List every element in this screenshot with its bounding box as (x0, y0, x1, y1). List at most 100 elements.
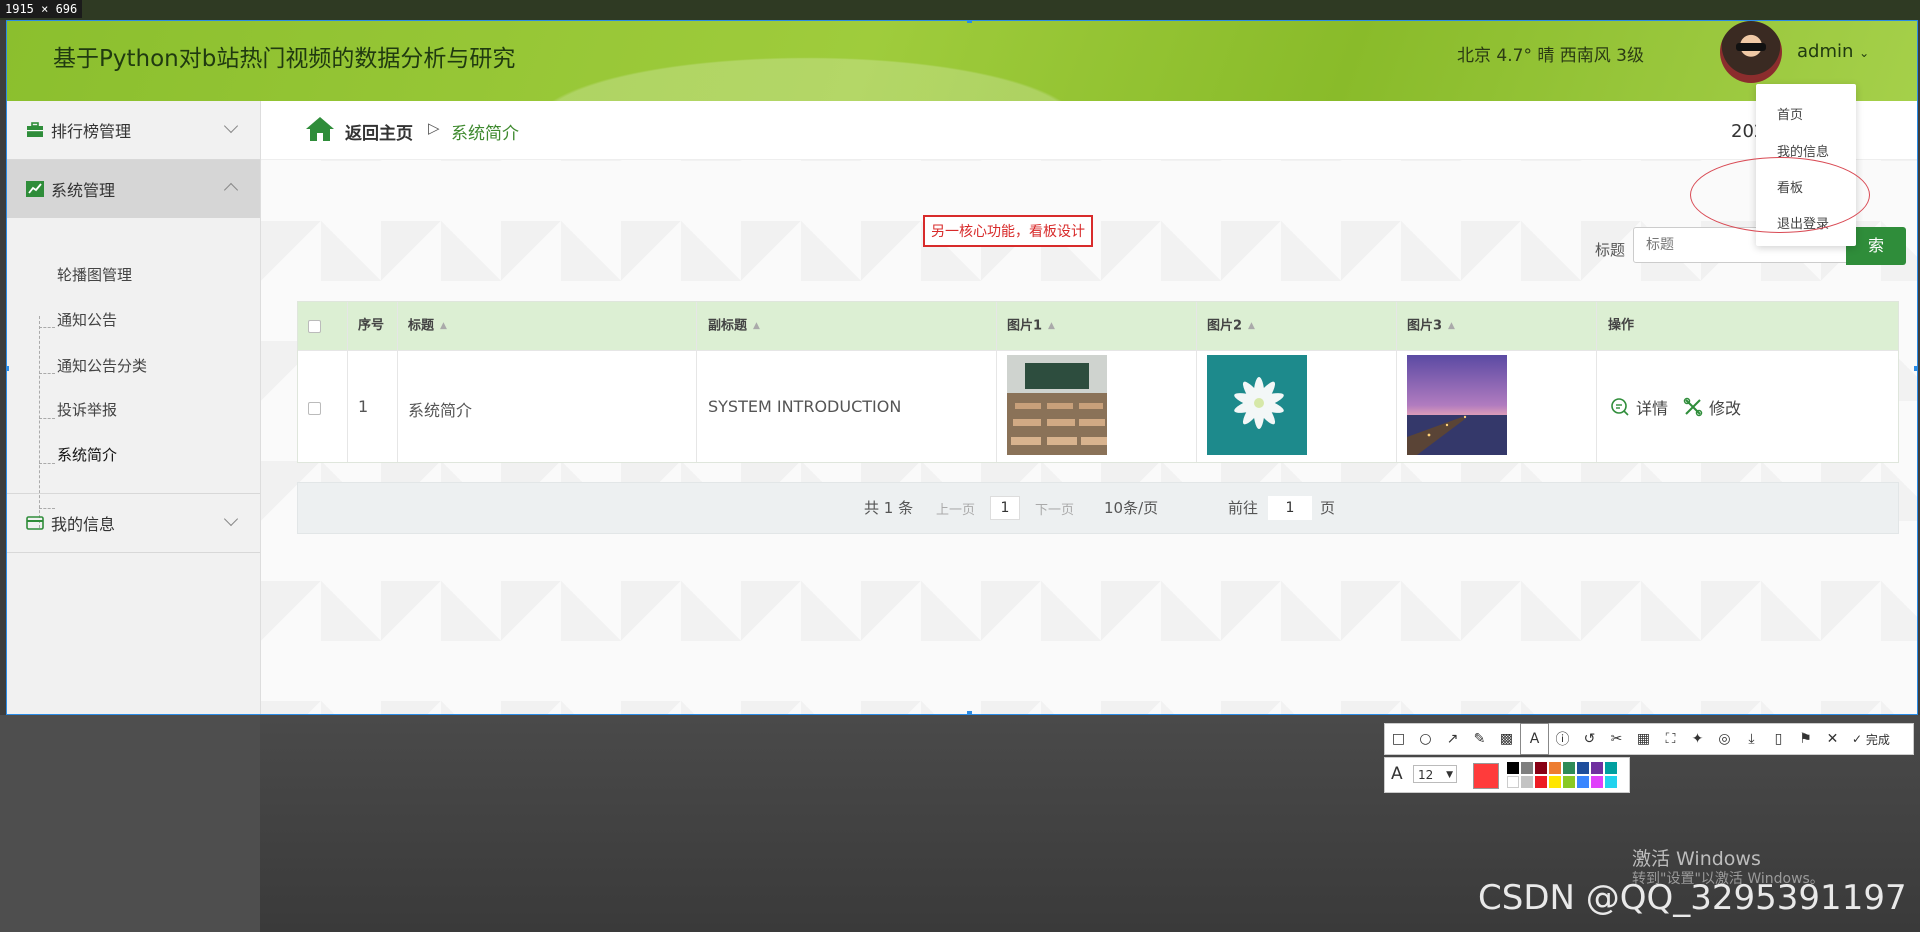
sidebar-item-notice-category[interactable]: 通知公告分类 (57, 355, 147, 376)
pagination: 共 1 条 上一页 1 下一页 10条/页 前往 1 页 (297, 482, 1899, 534)
line-chart-icon (25, 180, 45, 198)
font-size-icon: A (1391, 764, 1403, 784)
header-title: 标题 (408, 318, 435, 334)
chevron-down-icon: ⌄ (1859, 46, 1870, 60)
ellipse-tool-icon[interactable]: ○ (1412, 724, 1439, 754)
pagination-next[interactable]: 下一页 (1035, 499, 1074, 518)
row-checkbox[interactable] (308, 402, 321, 415)
pier-sunset-image[interactable] (1407, 355, 1507, 455)
done-label: 完成 (1865, 732, 1890, 747)
color-swatch[interactable] (1577, 776, 1589, 788)
sort-icon[interactable]: ▲︎ (440, 302, 447, 350)
sidebar-menu-ranking[interactable]: 排行榜管理 (7, 101, 260, 159)
sidebar-menu-system[interactable]: 系统管理 (7, 160, 260, 218)
sidebar-item-complaints[interactable]: 投诉举报 (57, 399, 117, 420)
qr-icon[interactable]: ▦ (1630, 724, 1657, 754)
breadcrumb: 返回主页 ▷ 系统简介 202:3 (261, 101, 1917, 160)
arrow-tool-icon[interactable]: ↗ (1439, 724, 1466, 754)
color-swatch[interactable] (1549, 776, 1561, 788)
table-header-cell[interactable]: 副标题 ▲︎ (708, 302, 760, 350)
close-icon[interactable]: ✕ (1819, 724, 1846, 754)
pen-tool-icon[interactable]: ✎ (1466, 724, 1493, 754)
edit-button[interactable]: 修改 (1683, 395, 1741, 419)
sidebar-item-system-intro[interactable]: 系统简介 (57, 444, 117, 465)
rectangle-tool-icon[interactable]: □ (1385, 724, 1412, 754)
color-swatch[interactable] (1577, 762, 1589, 774)
home-icon[interactable] (305, 116, 335, 146)
done-button[interactable]: ✓ 完成 (1846, 724, 1896, 754)
color-swatch[interactable] (1535, 776, 1547, 788)
tree-tick (39, 463, 55, 464)
sidebar-item-carousel[interactable]: 轮播图管理 (57, 264, 132, 285)
color-swatch[interactable] (1535, 762, 1547, 774)
dropdown-item-home[interactable]: 首页 (1777, 104, 1803, 123)
column-divider (397, 302, 398, 462)
bookmark-icon[interactable]: ⚑ (1792, 724, 1819, 754)
pin-icon[interactable]: ✦ (1684, 724, 1711, 754)
sidebar-item-notice[interactable]: 通知公告 (57, 309, 117, 330)
select-all-checkbox[interactable] (308, 320, 321, 333)
data-table: 序号 标题 ▲︎ 副标题 ▲︎ 图片1 ▲︎ 图片2 ▲︎ 图片3 ▲︎ 操作 1 系统简… (297, 301, 1899, 463)
color-swatch[interactable] (1591, 776, 1603, 788)
download-icon[interactable]: ⤓ (1738, 724, 1765, 754)
screen-top-strip (0, 0, 1920, 20)
pagination-page[interactable]: 1 (990, 496, 1020, 520)
page-size-select[interactable]: 10条/页 (1104, 497, 1158, 518)
column-divider (1396, 302, 1397, 462)
sort-icon[interactable]: ▲︎ (1048, 302, 1055, 350)
windows-activation-title: 激活 Windows (1632, 848, 1761, 870)
color-swatch[interactable] (1549, 762, 1561, 774)
capture-dimensions-label: 1915 × 696 (0, 0, 83, 18)
pagination-goto-input[interactable]: 1 (1268, 496, 1312, 520)
current-color-swatch[interactable] (1473, 763, 1499, 789)
record-icon[interactable]: ◎ (1711, 724, 1738, 754)
table-header-cell[interactable]: 标题 ▲︎ (408, 302, 447, 350)
number-tool-icon[interactable]: ⓘ (1549, 724, 1576, 754)
color-swatch[interactable] (1521, 762, 1533, 774)
color-swatch[interactable] (1605, 776, 1617, 788)
sidebar-menu-my-info[interactable]: 我的信息 (7, 494, 260, 552)
tree-tick (39, 373, 55, 374)
color-swatch[interactable] (1507, 762, 1519, 774)
text-tool-icon[interactable]: A (1520, 723, 1549, 755)
column-divider (696, 302, 697, 462)
color-swatch[interactable] (1507, 776, 1519, 788)
sort-icon[interactable]: ▲︎ (1448, 302, 1455, 350)
resize-handle[interactable] (7, 366, 9, 371)
avatar[interactable] (1720, 21, 1782, 83)
pagination-goto-prefix: 前往 (1228, 499, 1259, 517)
header-subtitle: 副标题 (708, 318, 748, 334)
sort-icon[interactable]: ▲︎ (753, 302, 760, 350)
breadcrumb-home-link[interactable]: 返回主页 (345, 119, 413, 144)
phone-icon[interactable]: ▯ (1765, 724, 1792, 754)
table-header-cell[interactable]: 图片2 ▲︎ (1207, 302, 1255, 350)
user-menu-trigger[interactable]: admin ⌄ (1797, 41, 1869, 62)
briefcase-icon (25, 121, 45, 139)
table-header-cell[interactable]: 图片3 ▲︎ (1407, 302, 1455, 350)
color-swatch[interactable] (1591, 762, 1603, 774)
ocr-icon[interactable]: ✂ (1603, 724, 1630, 754)
color-swatch[interactable] (1605, 762, 1617, 774)
weather-info: 北京 4.7° 晴 西南风 3级 (1457, 46, 1644, 66)
tree-tick (39, 327, 55, 328)
color-swatch[interactable] (1563, 776, 1575, 788)
undo-icon[interactable]: ↺ (1576, 724, 1603, 754)
table-header-cell[interactable]: 图片1 ▲︎ (1007, 302, 1055, 350)
long-capture-icon[interactable]: ⛶ (1657, 724, 1684, 754)
flower-image[interactable] (1207, 355, 1307, 455)
font-size-select[interactable]: 12 ▼ (1413, 765, 1457, 783)
check-icon: ✓ (1852, 732, 1863, 746)
resize-handle[interactable] (1914, 366, 1917, 371)
color-swatch[interactable] (1521, 776, 1533, 788)
header-image1: 图片1 (1007, 318, 1043, 334)
avatar-glasses (1736, 43, 1766, 51)
mosaic-tool-icon[interactable]: ▩ (1493, 724, 1520, 754)
row-title: 系统简介 (408, 401, 473, 420)
sort-icon[interactable]: ▲︎ (1248, 302, 1255, 350)
detail-button[interactable]: 详情 (1610, 395, 1668, 419)
classroom-image[interactable] (1007, 355, 1107, 455)
color-swatch[interactable] (1563, 762, 1575, 774)
resize-handle[interactable] (967, 21, 972, 23)
pagination-prev[interactable]: 上一页 (936, 499, 975, 518)
main-content: 返回主页 ▷ 系统简介 202:3 另一核心功能，看板设计 标题 索 序号 标题… (261, 101, 1917, 714)
